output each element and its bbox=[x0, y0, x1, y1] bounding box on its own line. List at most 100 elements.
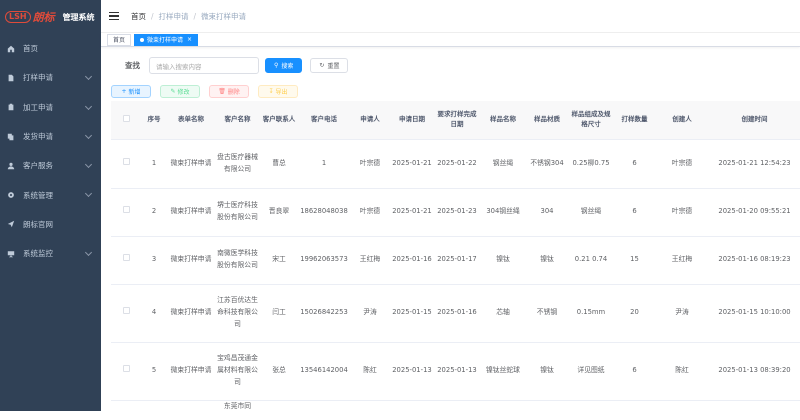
select-all-header[interactable] bbox=[111, 101, 141, 140]
download-icon: ↧ bbox=[268, 88, 276, 95]
table-row[interactable]: 1 微束打样申请 盘古医疗器械有限公司 曹总 1 叶宗德 2025-01-21 2025-01… bbox=[111, 139, 800, 189]
row-checkbox[interactable] bbox=[122, 365, 130, 373]
delete-button[interactable]: 🗑 删除 bbox=[209, 85, 249, 98]
column-header: 样品材质 bbox=[526, 101, 568, 140]
add-button[interactable]: + 新增 bbox=[111, 85, 151, 98]
table-cell: 叶宗德 bbox=[350, 139, 390, 189]
table-cell: 堺士医疗科技股份有限公司 bbox=[215, 188, 260, 237]
select-all-checkbox[interactable] bbox=[122, 114, 130, 122]
tag-home[interactable]: 首页 bbox=[107, 33, 132, 46]
row-checkbox[interactable] bbox=[122, 206, 130, 214]
table-row[interactable]: 东莞市同 bbox=[111, 400, 800, 420]
table-cell: 18628048038 bbox=[298, 188, 350, 237]
table-cell: 陈红 bbox=[350, 342, 390, 401]
table-cell: 6 bbox=[614, 342, 655, 401]
search-button-label: 搜索 bbox=[281, 63, 294, 70]
monitor-icon bbox=[6, 249, 15, 258]
row-checkbox[interactable] bbox=[122, 157, 130, 165]
table-cell: 尹涛 bbox=[350, 284, 390, 343]
column-header: 表单名称 bbox=[167, 101, 215, 140]
hamburger-icon[interactable] bbox=[109, 11, 119, 21]
sidebar-item[interactable]: 朗标官网 bbox=[0, 210, 101, 239]
breadcrumb-separator: / bbox=[151, 11, 154, 21]
row-select-cell[interactable] bbox=[111, 139, 141, 189]
reset-button-label: 重置 bbox=[327, 63, 340, 70]
tag-current[interactable]: 微束打样申请 × bbox=[134, 33, 199, 46]
copy-icon bbox=[6, 132, 15, 141]
table-cell bbox=[655, 400, 709, 420]
sidebar-item-label: 客户服务 bbox=[23, 161, 53, 171]
row-select-cell[interactable] bbox=[111, 236, 141, 285]
table-cell bbox=[390, 400, 434, 420]
export-label: 导出 bbox=[275, 89, 288, 96]
close-icon[interactable]: × bbox=[187, 36, 192, 43]
breadcrumb-separator: / bbox=[193, 11, 197, 21]
add-label: 新增 bbox=[128, 89, 141, 96]
table-cell: 盘古医疗器械有限公司 bbox=[215, 139, 260, 189]
search-label: 查找 bbox=[125, 61, 140, 70]
row-select-cell[interactable] bbox=[111, 400, 141, 420]
tag-label: 首页 bbox=[113, 37, 126, 44]
export-button[interactable]: ↧ 导出 bbox=[258, 85, 298, 98]
sidebar-item-label: 系统监控 bbox=[23, 249, 53, 259]
table-row[interactable]: 4 微束打样申请 江苏百优达生命科技有限公司 闫工 15026842253 尹涛 2025-… bbox=[111, 284, 800, 343]
edit-button[interactable]: ✎ 修改 bbox=[160, 85, 200, 98]
chevron-down-icon bbox=[84, 161, 93, 169]
table-row[interactable]: 2 微束打样申请 堺士医疗科技股份有限公司 晋良翠 18628048038 叶宗德 2025… bbox=[111, 188, 800, 237]
sidebar-item[interactable]: 发货申请 bbox=[0, 122, 101, 151]
column-header: 打样数量 bbox=[614, 101, 655, 140]
column-header: 序号 bbox=[141, 101, 167, 140]
table-cell bbox=[298, 400, 350, 420]
table-cell: 3 bbox=[141, 236, 167, 285]
table-cell: 2025-01-13 08:39:20 bbox=[709, 342, 800, 401]
table-cell: 不锈钢 bbox=[526, 284, 568, 343]
table-row[interactable]: 3 微束打样申请 南微医学科技股份有限公司 宋工 19962063573 王红梅 2025-… bbox=[111, 236, 800, 285]
sidebar-item-label: 加工申请 bbox=[23, 102, 53, 112]
row-checkbox[interactable] bbox=[122, 254, 130, 262]
table-body: 1 微束打样申请 盘古医疗器械有限公司 曹总 1 叶宗德 2025-01-21 2025-01… bbox=[111, 139, 800, 420]
sidebar-item[interactable]: 加工申请 bbox=[0, 93, 101, 122]
logo[interactable]: LSH 朗标 管理系统 bbox=[0, 0, 101, 34]
row-checkbox[interactable] bbox=[122, 307, 130, 315]
table-cell: 钢丝绳 bbox=[480, 139, 526, 189]
edit-icon: ✎ bbox=[170, 88, 178, 95]
sidebar-item[interactable]: 系统管理 bbox=[0, 180, 101, 209]
table-cell: 宝鸡昌茂通金属材料有限公司 bbox=[215, 342, 260, 401]
sidebar-item[interactable]: 系统监控 bbox=[0, 239, 101, 268]
sidebar-item-label: 朗标官网 bbox=[23, 219, 53, 229]
table-cell: 微束打样申请 bbox=[167, 236, 215, 285]
data-table: 序号 表单名称 客户名称 客户联系人 客户电话 申请人 申请日期 要求打样完成日期 样品名称 样品… bbox=[111, 101, 800, 420]
table-cell: 微束打样申请 bbox=[167, 188, 215, 237]
sidebar-item-label: 首页 bbox=[23, 44, 38, 54]
sidebar-item[interactable]: 客户服务 bbox=[0, 151, 101, 180]
table-cell: 0.21 0.74 bbox=[568, 236, 614, 285]
table-cell: 2025-01-16 bbox=[390, 236, 434, 285]
table-cell: 芯轴 bbox=[480, 284, 526, 343]
main-area: 首页 / 打样申请 / 微束打样申请 首页 微束打样申请 × 查找 请输入搜索内… bbox=[101, 0, 800, 411]
sidebar-item-label: 系统管理 bbox=[23, 190, 53, 200]
toolbar: + 新增 ✎ 修改 🗑 删除 ↧ 导出 bbox=[111, 85, 298, 98]
reset-button[interactable]: ↻ 重置 bbox=[310, 58, 349, 73]
table-cell: 东莞市同 bbox=[223, 401, 252, 410]
table-cell: 曹总 bbox=[260, 139, 298, 189]
column-header: 申请日期 bbox=[390, 101, 434, 140]
table-cell: 4 bbox=[141, 284, 167, 343]
table-cell: 钢丝绳 bbox=[568, 188, 614, 237]
search-icon: ⚲ bbox=[274, 62, 279, 69]
table-row[interactable]: 5 微束打样申请 宝鸡昌茂通金属材料有限公司 张总 13546142004 陈红 2025-… bbox=[111, 342, 800, 401]
breadcrumb-home[interactable]: 首页 bbox=[131, 11, 146, 22]
user-group-icon bbox=[6, 161, 15, 170]
table-cell: 0.25柳0.75 bbox=[568, 139, 614, 189]
row-select-cell[interactable] bbox=[111, 342, 141, 401]
row-select-cell[interactable] bbox=[111, 284, 141, 343]
table-header-row: 序号 表单名称 客户名称 客户联系人 客户电话 申请人 申请日期 要求打样完成日期 样品名称 样品… bbox=[111, 101, 800, 140]
search-input[interactable]: 请输入搜索内容 bbox=[149, 57, 259, 74]
row-select-cell[interactable] bbox=[111, 188, 141, 237]
logo-mark: LSH bbox=[5, 11, 31, 23]
sidebar-item[interactable]: 打样申请 bbox=[0, 63, 101, 92]
search-button[interactable]: ⚲ 搜索 bbox=[265, 58, 303, 73]
table-cell: 镍钛丝蛇球 bbox=[480, 342, 526, 401]
table-cell: 2025-01-21 bbox=[390, 139, 434, 189]
table-cell: 宋工 bbox=[260, 236, 298, 285]
sidebar-item[interactable]: 首页 bbox=[0, 34, 101, 63]
